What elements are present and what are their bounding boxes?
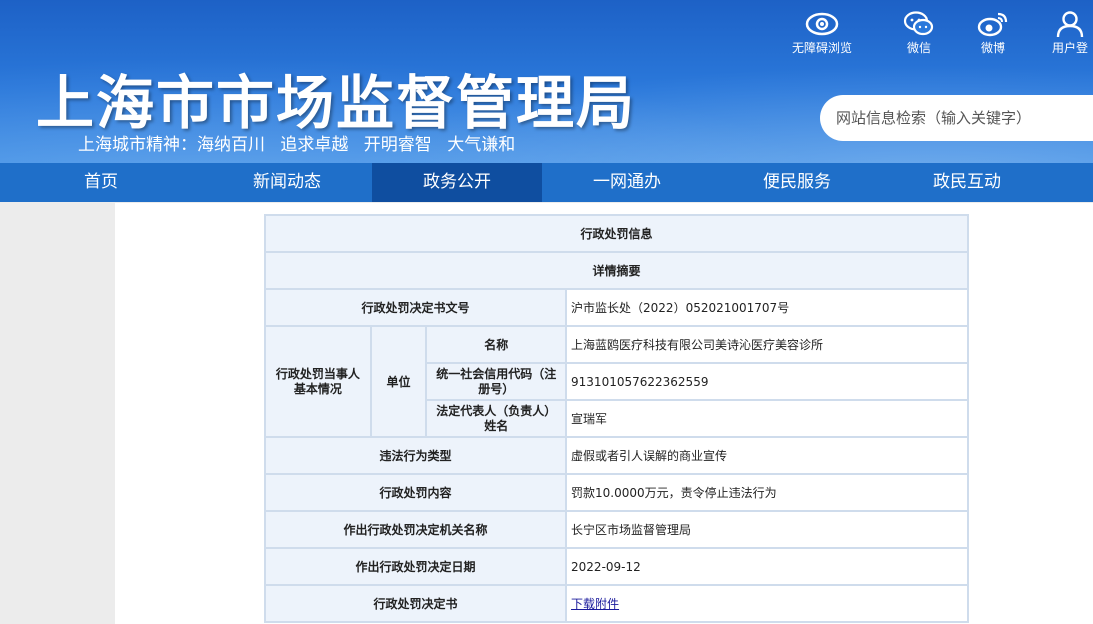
table-row: 行政处罚内容 罚款10.0000万元，责令停止违法行为 bbox=[263, 473, 969, 512]
authority-label: 作出行政处罚决定机关名称 bbox=[263, 510, 568, 549]
doc-no-label: 行政处罚决定书文号 bbox=[263, 288, 568, 327]
table-row: 作出行政处罚决定日期 2022-09-12 bbox=[263, 547, 969, 586]
site-search-input[interactable]: 网站信息检索（输入关键字） bbox=[820, 95, 1093, 141]
legal-value: 宣瑞军 bbox=[565, 399, 969, 438]
violation-label: 违法行为类型 bbox=[263, 436, 568, 475]
authority-value: 长宁区市场监督管理局 bbox=[565, 510, 969, 549]
header-tools: 无障碍浏览 微信 微博 用户登 bbox=[0, 10, 1093, 60]
table-row: 详情摘要 bbox=[264, 251, 969, 290]
decision-label: 行政处罚决定书 bbox=[263, 584, 568, 623]
table-subtitle: 详情摘要 bbox=[264, 251, 969, 290]
date-value: 2022-09-12 bbox=[565, 547, 969, 586]
download-attachment-link[interactable]: 下载附件 bbox=[571, 597, 619, 611]
user-icon bbox=[1056, 11, 1084, 38]
eye-icon bbox=[805, 12, 839, 36]
unit-label: 单位 bbox=[369, 325, 428, 438]
content-value: 罚款10.0000万元，责令停止违法行为 bbox=[565, 473, 969, 512]
table-row: 行政处罚决定书 下载附件 bbox=[263, 584, 969, 623]
party-label: 行政处罚当事人基本情况 bbox=[264, 325, 372, 438]
site-title: 上海市市场监督管理局 bbox=[36, 69, 637, 137]
legal-label: 法定代表人（负责人）姓名 bbox=[425, 399, 568, 438]
name-label: 名称 bbox=[425, 325, 568, 364]
user-login-button[interactable]: 用户登 bbox=[1052, 10, 1088, 56]
content-label: 行政处罚内容 bbox=[263, 473, 568, 512]
weibo-label: 微博 bbox=[980, 41, 1005, 55]
weibo-button[interactable]: 微博 bbox=[976, 10, 1010, 56]
penalty-info-table: 行政处罚信息 详情摘要 行政处罚决定书文号 沪市监长处（2022）0520210… bbox=[263, 214, 969, 623]
nav-item-interaction[interactable]: 政民互动 bbox=[882, 163, 1052, 202]
name-value: 上海蓝鸥医疗科技有限公司美诗沁医疗美容诊所 bbox=[565, 325, 969, 364]
table-row: 作出行政处罚决定机关名称 长宁区市场监督管理局 bbox=[263, 510, 969, 549]
user-login-label: 用户登 bbox=[1052, 41, 1089, 55]
date-label: 作出行政处罚决定日期 bbox=[263, 547, 568, 586]
nav-item-online-service[interactable]: 一网通办 bbox=[542, 163, 712, 202]
wechat-button[interactable]: 微信 bbox=[902, 10, 936, 56]
city-slogan: 上海城市精神：海纳百川 追求卓越 开明睿智 大气谦和 bbox=[78, 135, 516, 155]
accessibility-button[interactable]: 无障碍浏览 bbox=[792, 10, 852, 56]
nav-item-gov-affairs[interactable]: 政务公开 bbox=[372, 163, 542, 202]
violation-value: 虚假或者引人误解的商业宣传 bbox=[565, 436, 969, 475]
table-row: 行政处罚当事人基本情况 单位 名称 上海蓝鸥医疗科技有限公司美诗沁医疗美容诊所 bbox=[264, 325, 969, 438]
wechat-icon bbox=[903, 11, 934, 36]
credit-value: 913101057622362559 bbox=[565, 362, 969, 401]
table-row: 行政处罚决定书文号 沪市监长处（2022）052021001707号 bbox=[263, 288, 969, 327]
site-header: 上海市市场监督管理局 上海城市精神：海纳百川 追求卓越 开明睿智 大气谦和 无障… bbox=[0, 0, 1093, 163]
nav-item-home[interactable]: 首页 bbox=[0, 163, 202, 202]
wechat-label: 微信 bbox=[906, 41, 931, 55]
nav-item-more[interactable]: 专 bbox=[1052, 163, 1093, 202]
table-title: 行政处罚信息 bbox=[264, 214, 969, 253]
weibo-icon bbox=[977, 12, 1008, 37]
nav-item-news[interactable]: 新闻动态 bbox=[202, 163, 372, 202]
table-row: 违法行为类型 虚假或者引人误解的商业宣传 bbox=[263, 436, 969, 475]
decision-cell: 下载附件 bbox=[565, 584, 969, 623]
credit-label: 统一社会信用代码（注册号） bbox=[425, 362, 568, 401]
main-nav: 首页 新闻动态 政务公开 一网通办 便民服务 政民互动 专 bbox=[0, 163, 1093, 202]
nav-item-public-service[interactable]: 便民服务 bbox=[712, 163, 882, 202]
table-row: 行政处罚信息 bbox=[264, 214, 969, 253]
accessibility-label: 无障碍浏览 bbox=[792, 41, 853, 55]
doc-no-value: 沪市监长处（2022）052021001707号 bbox=[565, 288, 969, 327]
